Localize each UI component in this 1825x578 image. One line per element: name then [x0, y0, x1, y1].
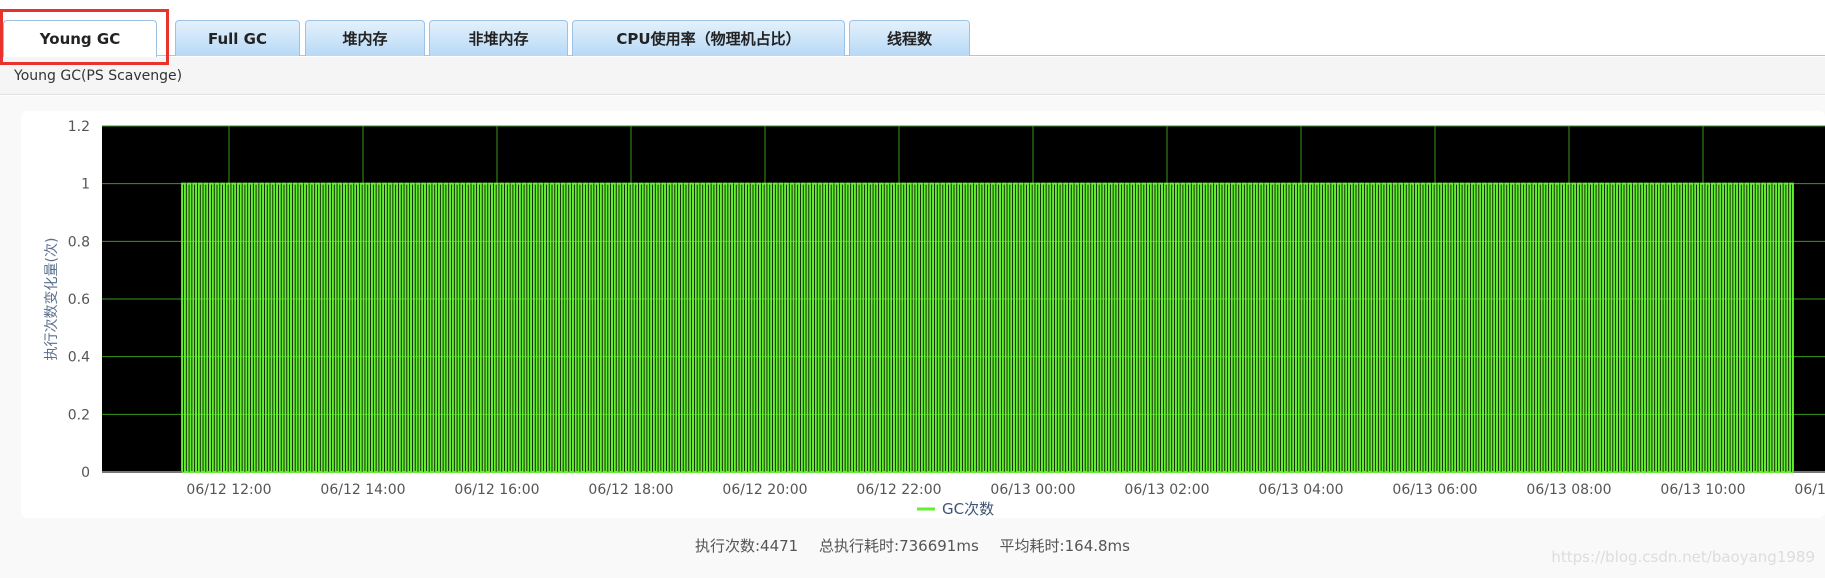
legend-label: GC次数	[942, 500, 994, 518]
x-tick-label: 06/13 06:00	[1392, 482, 1477, 498]
gc-chart: 0 0.2 0.4 0.6 0.8 1 1.2 06/12 12:00 06/12 14:00 0…	[44, 119, 1825, 518]
x-tick-label: 06/12 22:00	[856, 482, 941, 498]
x-tick-label: 06/13 08:00	[1526, 482, 1611, 498]
x-tick-label: 06/13 12:00	[1794, 482, 1825, 498]
x-tick-label: 06/12 20:00	[722, 482, 807, 498]
x-tick-label: 06/12 12:00	[186, 482, 271, 498]
watermark: https://blog.csdn.net/baoyang1989	[1551, 548, 1815, 566]
y-tick-label: 0.8	[68, 234, 90, 250]
y-tick-label: 0.6	[68, 292, 90, 308]
gc-total-time: 总执行耗时:736691ms	[819, 537, 979, 555]
x-tick-label: 06/13 00:00	[990, 482, 1075, 498]
y-tick-label: 1.2	[68, 119, 90, 135]
x-tick-label: 06/13 10:00	[1660, 482, 1745, 498]
y-tick-label: 0	[81, 465, 90, 481]
x-tick-label: 06/12 18:00	[588, 482, 673, 498]
x-tick-label: 06/12 14:00	[320, 482, 405, 498]
y-tick-label: 0.2	[68, 407, 90, 423]
x-tick-label: 06/12 16:00	[454, 482, 539, 498]
x-tick-label: 06/13 02:00	[1124, 482, 1209, 498]
highlight-box	[0, 9, 169, 65]
x-tick-label: 06/13 04:00	[1258, 482, 1343, 498]
gc-count: 执行次数:4471	[695, 537, 799, 555]
y-tick-label: 1	[81, 177, 90, 193]
gc-avg-time: 平均耗时:164.8ms	[999, 537, 1130, 555]
y-tick-label: 0.4	[68, 350, 90, 366]
y-axis-title: 执行次数变化量(次)	[44, 238, 60, 361]
